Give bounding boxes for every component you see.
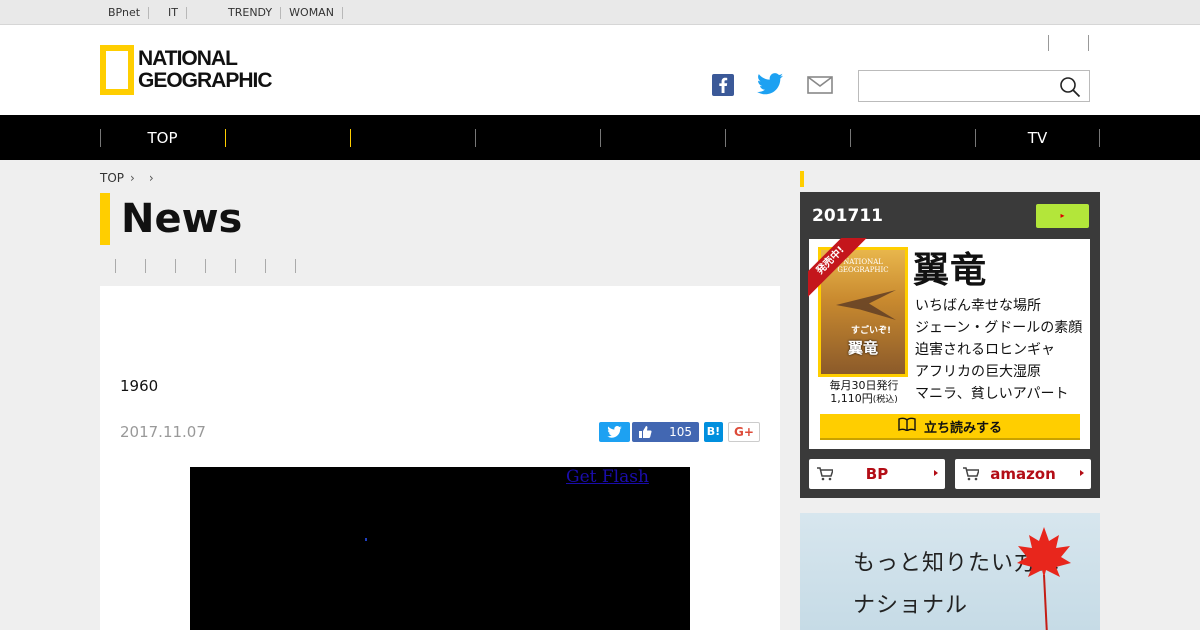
publication-price-line: 1,110円(税込) [823,392,905,407]
video-artifact [365,538,367,541]
feature-item: いちばん幸せな場所 [915,298,1041,314]
article-card: 1960 2017.11.07 105 B! G+ Get Flash [100,286,780,630]
flash-video-player[interactable]: Get Flash [190,467,690,630]
chevron-right-icon: › [130,171,135,185]
feature-list: いちばん幸せな場所 ジェーン・グドールの素顔 迫害されるロヒンギャ アフリカの巨… [915,295,1082,405]
get-flash-link[interactable]: Get Flash [566,467,649,487]
nav-item[interactable] [350,115,475,160]
sub-tab[interactable] [295,259,296,273]
sub-tab[interactable] [205,259,235,273]
magazine-issue: 201711 [812,206,883,226]
open-book-icon [898,417,916,435]
sub-tab[interactable] [115,259,145,273]
nav-item-tv[interactable]: TV [975,115,1100,160]
util-link-it[interactable]: IT [160,6,188,19]
store-label-bp: BP [865,465,889,483]
sub-tab[interactable] [175,259,205,273]
search-input[interactable] [859,71,1049,101]
magazine-panel: NATIONAL GEOGRAPHIC すごいぞ! 翼竜 発売中! 翼竜 いちば… [808,238,1090,449]
chevron-right-icon: › [148,171,154,185]
publication-info: 毎月30日発行 1,110円(税込) [823,379,905,407]
nav-item-top[interactable]: TOP [100,115,225,160]
page-title: News [100,193,242,245]
search-box [858,70,1090,102]
util-link-woman[interactable]: WOMAN [281,6,343,19]
nav-item[interactable] [225,115,350,160]
twitter-icon[interactable] [757,73,783,95]
utility-links: BPnet IT TRENDY WOMAN [100,0,376,25]
facebook-like-button[interactable]: 105 [632,422,699,442]
nav-item[interactable] [725,115,850,160]
breadcrumb: TOP › › [100,171,162,185]
cover-title: 翼竜 [847,339,878,357]
logo-yellow-frame [100,45,134,95]
ribbon-label: 発売中! [808,238,868,298]
twitter-share-button[interactable] [599,422,630,442]
article-date: 2017.11.07 [120,423,206,441]
magazine-promo: 201711 ▸ NATIONAL GEOGRAPHIC すごいぞ! 翼竜 発売… [800,192,1100,498]
mail-icon[interactable] [807,76,833,94]
cover-tag: すごいぞ! [851,326,892,336]
sub-tab[interactable] [235,259,265,273]
preview-read-label: 立ち読みする [923,420,1002,436]
logo-line-2: GEOGRAPHIC [138,69,273,92]
preview-read-button[interactable]: 立ち読みする [820,414,1080,438]
nav-separator [1099,129,1100,147]
search-icon[interactable] [1059,76,1081,98]
feature-item: 迫害されるロヒンギャ [915,342,1055,358]
publication-price: 1,110円 [830,392,873,405]
tax-note: (税込) [872,395,898,405]
header-links [1048,35,1089,51]
arrow-right-icon [1080,470,1084,476]
feature-item: アフリカの巨大湿原 [915,364,1041,380]
nav-item[interactable] [850,115,975,160]
google-plus-button[interactable]: G+ [728,422,760,442]
thumbs-up-icon [639,426,652,438]
banner-line-2: ナショナル [853,593,969,618]
feature-item: ジェーン・グドールの素顔 [915,320,1083,336]
header-link[interactable] [1088,35,1089,51]
store-label-amazon: amazon [990,465,1056,483]
like-count: 105 [669,425,692,439]
national-geographic-logo[interactable]: NATIONAL GEOGRAPHIC [100,45,273,95]
store-button-amazon[interactable]: amazon [955,459,1091,489]
maple-leaf-icon [1014,525,1074,630]
util-link-trendy[interactable]: TRENDY [220,6,282,19]
nav-item[interactable] [475,115,600,160]
sub-tab[interactable] [145,259,175,273]
sub-tab[interactable] [265,259,295,273]
site-header: NATIONAL GEOGRAPHIC [0,25,1200,115]
logo-wordmark: NATIONAL GEOGRAPHIC [138,47,273,92]
sidebar-accent [800,171,804,187]
facebook-icon[interactable] [712,74,734,96]
utility-bar: BPnet IT TRENDY WOMAN [0,0,1200,25]
header-link[interactable] [1048,35,1088,51]
magazine-headline: 翼竜 [913,250,988,291]
logo-line-1: NATIONAL [138,47,238,70]
feature-item: マニラ、貧しいアパート [915,386,1069,402]
store-button-bp[interactable]: BP [809,459,945,489]
breadcrumb-top[interactable]: TOP [100,171,124,185]
global-nav: TOP TV [0,115,1200,160]
sub-tabs [115,259,296,273]
on-sale-ribbon: 発売中! [808,238,868,298]
hatena-bookmark-button[interactable]: B! [704,422,723,442]
subscribe-button[interactable]: ▸ [1036,204,1089,228]
publication-schedule: 毎月30日発行 [829,379,899,392]
nav-item[interactable] [600,115,725,160]
arrow-right-icon [934,470,938,476]
util-link-bpnet[interactable]: BPnet [100,6,150,19]
promo-banner[interactable]: もっと知りたい方は ナショナル [800,513,1100,630]
article-text: 1960 [120,377,159,395]
